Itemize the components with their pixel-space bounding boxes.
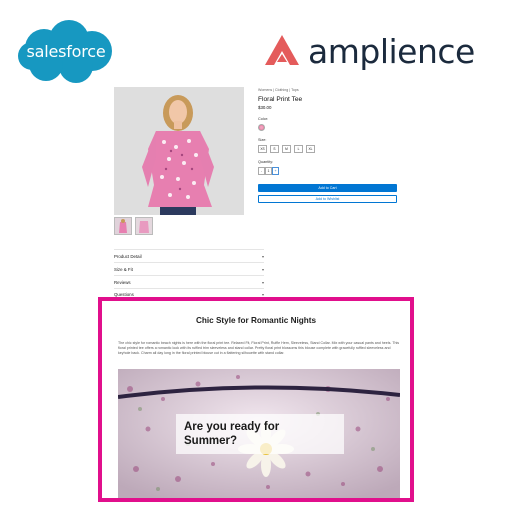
quantity-label: Quantity:	[258, 160, 274, 164]
product-main-image[interactable]	[114, 87, 244, 215]
accordion-reviews[interactable]: Reviews ▾	[114, 275, 264, 288]
accordion-size-fit[interactable]: Size & Fit ▾	[114, 262, 264, 275]
color-label: Color:	[258, 117, 269, 121]
chevron-down-icon: ▾	[261, 266, 264, 272]
thumbnail-2[interactable]	[135, 217, 153, 235]
thumbnail-1[interactable]	[114, 217, 132, 235]
hero-heading: Are you ready for Summer?	[184, 421, 280, 447]
quantity-minus-button[interactable]: -	[258, 167, 265, 175]
content-title: Chic Style for Romantic Nights	[195, 316, 317, 325]
size-option[interactable]: S	[270, 145, 279, 153]
accordion-label: Product Detail	[114, 253, 142, 259]
product-details: Womens | Clothing | Tops Floral Print Te…	[258, 88, 400, 203]
add-to-cart-button[interactable]: Add to Cart	[258, 184, 397, 192]
breadcrumb[interactable]: Womens | Clothing | Tops	[258, 88, 400, 92]
product-accordion: Product Detail ▾ Size & Fit ▾ Reviews ▾ …	[114, 249, 264, 301]
hero-banner[interactable]: Are you ready for Summer?	[118, 369, 400, 498]
product-title: Floral Print Tee	[258, 96, 303, 103]
add-to-wishlist-button[interactable]: Add to Wishlist	[258, 195, 397, 203]
accordion-label: Size & Fit	[114, 266, 133, 272]
accordion-product-detail[interactable]: Product Detail ▾	[114, 249, 264, 262]
size-option[interactable]: XS	[258, 145, 267, 153]
amplience-wordmark: amplience	[308, 32, 475, 71]
product-price: $30.00	[258, 105, 272, 110]
quantity-plus-button[interactable]: +	[272, 167, 279, 175]
size-label: Size:	[258, 138, 267, 142]
amplience-triangle-icon	[265, 35, 299, 65]
chevron-down-icon: ▾	[261, 253, 264, 259]
content-body-text: The chic style for romantic beach nights…	[118, 341, 400, 355]
hero-text-panel: Are you ready for Summer?	[176, 414, 344, 454]
size-option[interactable]: M	[282, 145, 291, 153]
quantity-stepper: - 1 +	[258, 167, 400, 175]
size-selector: XS S M L XL	[258, 145, 400, 153]
accordion-label: Reviews	[114, 279, 131, 285]
chevron-down-icon: ▾	[261, 279, 264, 285]
size-option[interactable]: XL	[306, 145, 315, 153]
amplience-content-block: Chic Style for Romantic Nights The chic …	[98, 297, 414, 502]
amplience-logo: amplience	[262, 32, 502, 76]
salesforce-wordmark: salesforce	[26, 42, 106, 61]
product-thumbnails	[114, 217, 153, 235]
salesforce-logo: salesforce	[14, 18, 118, 88]
quantity-input[interactable]: 1	[265, 167, 272, 175]
color-swatch[interactable]	[258, 124, 265, 131]
size-option[interactable]: L	[294, 145, 303, 153]
